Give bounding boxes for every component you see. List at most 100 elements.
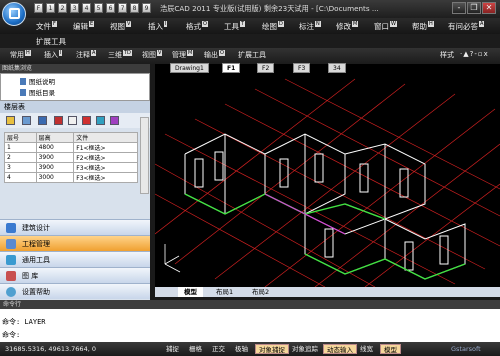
nav-project-management[interactable]: 工程管理 <box>0 235 150 251</box>
column-header[interactable]: 层高 <box>35 132 75 143</box>
qat-key-6[interactable]: 6 <box>106 3 115 13</box>
table-cell[interactable]: 3000 <box>35 172 75 183</box>
ribbon-tab-manage[interactable]: 管理 M <box>172 50 194 60</box>
document-icon <box>20 89 26 96</box>
menu-tools[interactable]: 工具 T <box>224 21 246 32</box>
table-cell[interactable]: 4800 <box>35 142 75 153</box>
tab-layout2[interactable]: 布局2 <box>246 287 275 297</box>
toggle-grid[interactable]: 栅格 <box>186 344 205 354</box>
tree-item-sheet-notes[interactable]: 图纸说明 <box>20 76 55 86</box>
minimize-button[interactable]: - <box>452 2 466 14</box>
layout-tab-bar <box>155 287 500 297</box>
check-icon[interactable] <box>96 116 105 125</box>
nav-library[interactable]: 图 库 <box>0 267 150 283</box>
ribbon-tab-output[interactable]: 输出 O <box>204 50 225 60</box>
table-cell[interactable]: 1 <box>4 142 37 153</box>
ribbon-tab-extension[interactable]: 扩展工具 <box>238 50 266 60</box>
menu-qa[interactable]: 有问必答 A <box>448 21 485 32</box>
menu-view[interactable]: 视图 V <box>110 21 132 32</box>
menu-insert[interactable]: 插入 I <box>148 21 168 32</box>
column-header[interactable]: 文件 <box>73 132 138 143</box>
tab-layout1[interactable]: 布局1 <box>210 287 239 297</box>
qat-key-8[interactable]: 8 <box>130 3 139 13</box>
style-label[interactable]: 样式 <box>440 50 454 60</box>
column-header[interactable]: 层号 <box>4 132 37 143</box>
drawing-canvas[interactable] <box>155 64 500 287</box>
layer-table-scrollbar[interactable] <box>140 117 149 194</box>
menu-edit[interactable]: 编辑 E <box>73 21 95 32</box>
qat-key-1[interactable]: 1 <box>46 3 55 13</box>
table-cell[interactable]: F3<框选> <box>73 162 138 173</box>
library-icon <box>6 271 16 281</box>
menu-draw[interactable]: 绘图 D <box>262 21 284 32</box>
table-row[interactable]: 1 4800 F1<框选> <box>4 142 138 153</box>
qat-key-2[interactable]: 2 <box>58 3 67 13</box>
maximize-button[interactable]: ❐ <box>467 2 481 14</box>
menu-modify[interactable]: 修改 M <box>336 21 359 32</box>
tab-model[interactable]: 模型 <box>178 287 203 297</box>
building-view-icon[interactable] <box>38 116 47 125</box>
menu-extension-tools[interactable]: 扩展工具 <box>36 36 66 47</box>
table-cell[interactable]: 3 <box>4 162 37 173</box>
save-icon[interactable] <box>22 116 31 125</box>
qat-key-3[interactable]: 3 <box>70 3 79 13</box>
toggle-dynamic-input[interactable]: 动态输入 <box>323 344 357 354</box>
menu-help[interactable]: 帮助 H <box>412 21 434 32</box>
drawing-tab-f2[interactable]: F2 <box>257 63 275 73</box>
drawing-tab-f1[interactable]: F1 <box>222 63 241 73</box>
command-history-line: 命令: LAYER <box>2 318 46 326</box>
project-icon <box>6 239 16 249</box>
brand-label: Gstarsoft <box>451 345 481 353</box>
toggle-object-track[interactable]: 对象追踪 <box>289 344 321 354</box>
nav-general-tools[interactable]: 通用工具 <box>0 251 150 267</box>
toggle-object-snap[interactable]: 对象捕捉 <box>255 344 289 354</box>
building-3d-model <box>155 78 500 287</box>
table-cell[interactable]: F3<框选> <box>73 172 138 183</box>
table-cell[interactable]: 2 <box>4 152 37 163</box>
table-cell[interactable]: F2<框选> <box>73 152 138 163</box>
table-cell[interactable]: F1<框选> <box>73 142 138 153</box>
export-icon[interactable] <box>110 116 119 125</box>
table-icon[interactable] <box>68 116 77 125</box>
ribbon-tab-view[interactable]: 视图 V <box>142 50 163 60</box>
drawing-tab-drawing1[interactable]: Drawing1 <box>170 63 209 73</box>
nav-settings-help[interactable]: 设置帮助 <box>0 283 150 299</box>
coordinate-readout: 31685.5316, 49613.7664, 0 <box>5 345 96 353</box>
ribbon-tab-insert[interactable]: 插入 I <box>44 50 63 60</box>
qat-key-7[interactable]: 7 <box>118 3 127 13</box>
menu-window[interactable]: 窗口 W <box>374 21 397 32</box>
menu-file[interactable]: 文件 F <box>36 21 57 32</box>
qat-key-4[interactable]: 4 <box>82 3 91 13</box>
table-row[interactable]: 4 3000 F3<框选> <box>4 172 138 183</box>
table-row[interactable]: 2 3900 F2<框选> <box>4 152 138 163</box>
close-button[interactable]: ✕ <box>482 2 496 14</box>
drawing-tab-f3[interactable]: F3 <box>293 63 311 73</box>
ribbon-tab-home[interactable]: 常用 H <box>10 50 31 60</box>
menu-dimension[interactable]: 标注 N <box>299 21 321 32</box>
ribbon-tab-annotate[interactable]: 注释 A <box>76 50 97 60</box>
toggle-snap[interactable]: 捕捉 <box>163 344 182 354</box>
open-folder-icon[interactable] <box>6 116 15 125</box>
toggle-ortho[interactable]: 正交 <box>209 344 228 354</box>
table-cell[interactable]: 3900 <box>35 162 75 173</box>
qat-key-5[interactable]: 5 <box>94 3 103 13</box>
qat-key-f[interactable]: F <box>34 3 43 13</box>
tree-item-sheet-index[interactable]: 图纸目录 <box>20 87 55 97</box>
menu-format[interactable]: 格式 O <box>186 21 208 32</box>
building-3d-icon[interactable] <box>54 116 63 125</box>
table-cell[interactable]: 4 <box>4 172 37 183</box>
drawing-tab-34[interactable]: 34 <box>328 63 346 73</box>
style-controls[interactable]: ·▲?-▫x <box>460 50 489 58</box>
ribbon-tab-3d[interactable]: 三维 TD <box>108 50 132 60</box>
command-input[interactable]: 命令: <box>2 330 20 340</box>
toggle-polar[interactable]: 极轴 <box>232 344 251 354</box>
qat-key-9[interactable]: 9 <box>142 3 151 13</box>
layer-table-heading: 楼层表 <box>0 101 150 113</box>
application-menu-button[interactable] <box>2 2 26 26</box>
grid-icon[interactable] <box>82 116 91 125</box>
table-row[interactable]: 3 3900 F3<框选> <box>4 162 138 173</box>
toggle-model[interactable]: 模型 <box>380 344 401 354</box>
nav-building-design[interactable]: 建筑设计 <box>0 219 150 235</box>
table-cell[interactable]: 3900 <box>35 152 75 163</box>
toggle-lineweight[interactable]: 线宽 <box>357 344 376 354</box>
